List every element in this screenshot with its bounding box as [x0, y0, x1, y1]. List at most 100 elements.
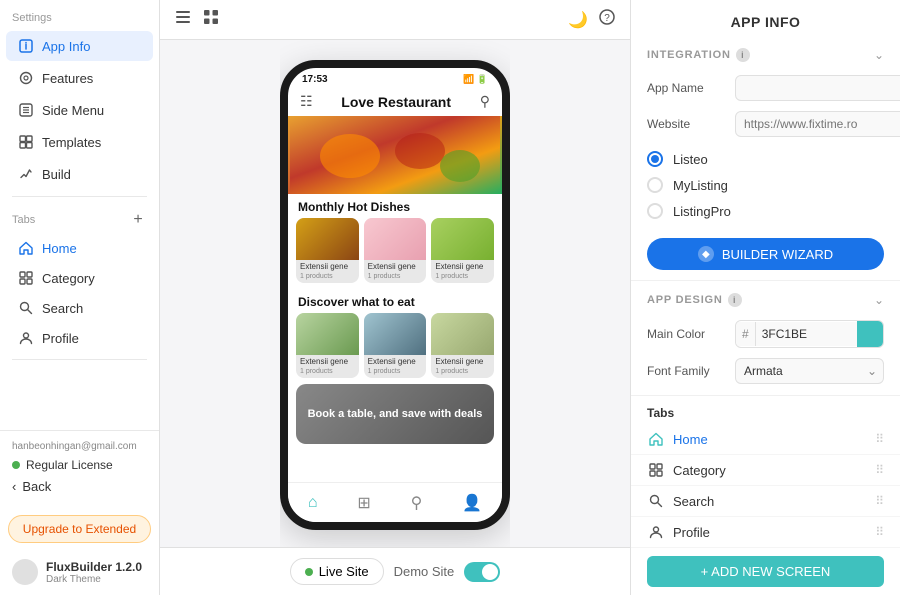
sidebar-item-app-info[interactable]: App Info [6, 31, 153, 61]
app-design-label: APP DESIGN i [647, 293, 742, 307]
upgrade-button[interactable]: Upgrade to Extended [8, 515, 151, 543]
tabs-section-label: Tabs [631, 400, 900, 424]
right-tab-home[interactable]: Home ⠿ [631, 424, 900, 455]
tabs-add-button[interactable]: + [129, 211, 147, 229]
builder-wizard-label: BUILDER WIZARD [722, 247, 833, 262]
sidebar-toggle-icon[interactable] [174, 8, 192, 31]
phone-discover-label-2: Extensii gene [364, 355, 427, 368]
license-label: Regular License [26, 458, 113, 472]
website-input[interactable] [735, 111, 900, 137]
demo-site-label[interactable]: Demo Site [394, 564, 455, 579]
sidebar-tab-category[interactable]: Category [6, 264, 153, 292]
integration-info-icon[interactable]: i [736, 48, 750, 62]
phone-card-2: Extensii gene 1 products [364, 218, 427, 283]
app-design-section-header[interactable]: APP DESIGN i ⌄ [631, 285, 900, 315]
sidebar-item-build[interactable]: Build [6, 159, 153, 189]
side-menu-icon [18, 102, 34, 118]
phone-cards-row: Extensii gene 1 products Extensii gene 1… [288, 218, 502, 289]
right-tab-category[interactable]: Category ⠿ [631, 455, 900, 486]
right-panel: APP INFO INTEGRATION i ⌄ App Name Websit… [630, 0, 900, 595]
right-tab-profile-label: Profile [673, 525, 867, 540]
search-tab-icon [18, 300, 34, 316]
sidebar-tab-profile[interactable]: Profile [6, 324, 153, 352]
color-swatch[interactable] [857, 321, 883, 347]
tabs-label: Tabs [12, 214, 35, 226]
sidebar-item-side-menu[interactable]: Side Menu [6, 95, 153, 125]
add-new-screen-button[interactable]: + ADD NEW SCREEN [647, 556, 884, 587]
phone-screen: ☷ Love Restaurant ⚲ [288, 89, 502, 493]
phone-card-label-1: Extensii gene [296, 260, 359, 273]
brand-theme: Dark Theme [46, 574, 142, 585]
radio-mylisting-circle [647, 177, 663, 193]
features-icon [18, 70, 34, 86]
app-design-info-icon[interactable]: i [728, 293, 742, 307]
builder-wizard-button[interactable]: ◆ BUILDER WIZARD [647, 238, 884, 270]
sidebar-tab-home[interactable]: Home [6, 234, 153, 262]
phone-status-icons: 📶 🔋 [463, 74, 488, 85]
grid-icon[interactable] [202, 8, 220, 31]
phone-nav-category-icon: ⊞ [357, 493, 370, 513]
sidebar-item-side-menu-label: Side Menu [42, 103, 104, 118]
sidebar-item-templates[interactable]: Templates [6, 127, 153, 157]
radio-listeo-label: Listeo [673, 152, 708, 167]
site-toggle[interactable] [464, 562, 500, 582]
right-tab-search[interactable]: Search ⠿ [631, 486, 900, 517]
help-icon[interactable]: ? [598, 8, 616, 31]
moon-icon[interactable]: 🌙 [568, 10, 588, 30]
brand-logo [12, 559, 38, 585]
phone-card-sub-1: 1 products [296, 273, 359, 283]
app-name-input[interactable] [735, 75, 900, 101]
user-section: hanbeonhingan@gmail.com Regular License … [0, 430, 159, 507]
live-site-button[interactable]: Live Site [290, 558, 384, 585]
center-bottom-bar: Live Site Demo Site [160, 547, 630, 595]
radio-mylisting-label: MyListing [673, 178, 728, 193]
upgrade-label: Upgrade to Extended [23, 522, 136, 536]
right-tab-category-icon [647, 461, 665, 479]
phone-discover-img-1 [296, 313, 359, 355]
app-name-field-row: App Name [631, 70, 900, 106]
radio-listeo[interactable]: Listeo [647, 146, 884, 172]
right-tab-search-label: Search [673, 494, 867, 509]
phone-discover-label-3: Extensii gene [431, 355, 494, 368]
sidebar-item-features[interactable]: Features [6, 63, 153, 93]
right-tab-home-icon [647, 430, 665, 448]
color-input-group[interactable]: # 3FC1BE [735, 320, 884, 348]
radio-listeo-circle [647, 151, 663, 167]
phone-nav-profile-icon: 👤 [462, 493, 482, 513]
phone-card-3: Extensii gene 1 products [431, 218, 494, 283]
back-button[interactable]: ‹ Back [12, 476, 147, 497]
phone-discover-sub-2: 1 products [364, 368, 427, 378]
app-design-chevron-icon: ⌄ [874, 293, 884, 307]
wizard-icon: ◆ [698, 246, 714, 262]
sidebar-item-features-label: Features [42, 71, 93, 86]
main-color-row: Main Color # 3FC1BE [631, 315, 900, 353]
integration-chevron-icon: ⌄ [874, 48, 884, 62]
font-select-group[interactable]: Armata ⌄ [735, 358, 884, 384]
sidebar-tab-search[interactable]: Search [6, 294, 153, 322]
radio-listingpro-label: ListingPro [673, 204, 731, 219]
right-tab-home-drag-icon: ⠿ [875, 432, 884, 446]
phone-card-sub-3: 1 products [431, 273, 494, 283]
back-label: Back [22, 479, 51, 494]
sidebar: Settings App Info Features [0, 0, 160, 595]
templates-icon [18, 134, 34, 150]
color-value: 3FC1BE [756, 322, 857, 346]
radio-listingpro[interactable]: ListingPro [647, 198, 884, 224]
phone-discover-card-1: Extensii gene 1 products [296, 313, 359, 378]
radio-mylisting[interactable]: MyListing [647, 172, 884, 198]
sidebar-tab-search-label: Search [42, 301, 83, 316]
home-tab-icon [18, 240, 34, 256]
license-dot [12, 461, 20, 469]
color-hash: # [736, 322, 756, 346]
integration-section-header[interactable]: INTEGRATION i ⌄ [631, 40, 900, 70]
phone-banner-text: Book a table, and save with deals [298, 408, 493, 420]
license-info: Regular License [12, 458, 147, 472]
phone-card-sub-2: 1 products [364, 273, 427, 283]
right-tab-profile[interactable]: Profile ⠿ [631, 517, 900, 548]
phone-discover-sub-1: 1 products [296, 368, 359, 378]
right-tab-search-icon [647, 492, 665, 510]
phone-card-img-3 [431, 218, 494, 260]
brand-text: FluxBuilder 1.2.0 Dark Theme [46, 560, 142, 585]
phone-nav-bar: ⌂ ⊞ ⚲ 👤 [288, 482, 502, 522]
sidebar-tab-home-label: Home [42, 241, 77, 256]
